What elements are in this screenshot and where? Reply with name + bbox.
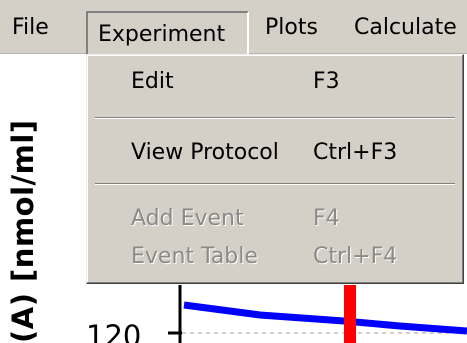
menu-item-shortcut: F4 bbox=[313, 206, 340, 231]
menu-item-add-event[interactable]: Add Event F4 bbox=[87, 199, 463, 239]
event-marker bbox=[344, 285, 356, 343]
menu-bar: File Experiment Plots Calculate bbox=[0, 0, 467, 54]
menu-item-edit[interactable]: Edit F3 bbox=[87, 62, 463, 102]
menu-experiment[interactable]: Experiment bbox=[86, 11, 249, 54]
menu-item-shortcut: F3 bbox=[313, 69, 340, 94]
y-axis-label: (A) [nmol/ml] bbox=[6, 119, 40, 343]
menu-item-event-table[interactable]: Event Table Ctrl+F4 bbox=[87, 237, 463, 277]
menu-separator bbox=[95, 117, 455, 119]
data-series-line bbox=[183, 301, 467, 335]
menu-item-shortcut: Ctrl+F3 bbox=[313, 140, 398, 165]
menu-plots[interactable]: Plots bbox=[265, 0, 318, 54]
menu-item-label: Event Table bbox=[131, 244, 258, 269]
menu-item-label: View Protocol bbox=[131, 140, 279, 165]
menu-item-label: Add Event bbox=[131, 206, 244, 231]
menu-calculate[interactable]: Calculate bbox=[354, 0, 457, 54]
menu-item-label: Edit bbox=[131, 69, 174, 94]
experiment-dropdown: Edit F3 View Protocol Ctrl+F3 Add Event … bbox=[86, 54, 464, 284]
menu-separator bbox=[95, 183, 455, 185]
menu-file[interactable]: File bbox=[12, 0, 49, 54]
y-tick-label: 120 bbox=[86, 319, 142, 343]
menu-item-view-protocol[interactable]: View Protocol Ctrl+F3 bbox=[87, 133, 463, 173]
menu-item-shortcut: Ctrl+F4 bbox=[313, 244, 398, 269]
